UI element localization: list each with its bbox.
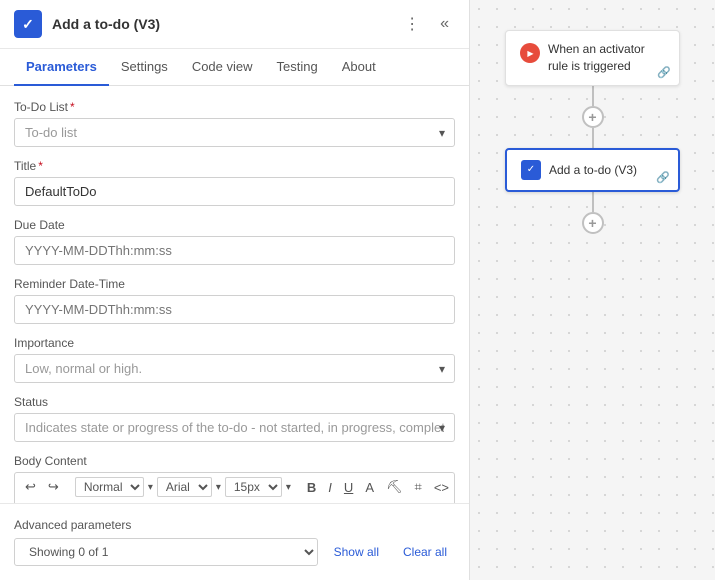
editor-toolbar: ↩ ↪ Normal ▾ Arial ▾ 15px ▾ B I U [14, 472, 455, 501]
font-chevron: ▾ [216, 482, 221, 493]
action-text: Add a to-do (V3) [549, 163, 637, 177]
connector-line-1 [592, 86, 594, 106]
panel-header: ✓ Add a to-do (V3) ⋮ « [0, 0, 469, 49]
add-step-button-1[interactable]: + [582, 106, 604, 128]
trigger-icon [520, 43, 540, 63]
code-button[interactable]: <> [430, 478, 453, 497]
status-label: Status [14, 395, 455, 409]
form-content: To-Do List * To-do list Title * Due Date [0, 86, 469, 503]
tabs-container: Parameters Settings Code view Testing Ab… [0, 49, 469, 86]
connector-line-2 [592, 128, 594, 148]
reminder-input[interactable] [14, 295, 455, 324]
header-right: ⋮ « [398, 12, 455, 36]
todo-list-label: To-Do List * [14, 100, 455, 114]
underline-button[interactable]: U [340, 478, 357, 497]
title-required-star: * [38, 159, 43, 173]
status-field: Status Indicates state or progress of th… [14, 395, 455, 442]
trigger-link-icon: 🔗 [657, 66, 671, 79]
advanced-section: Advanced parameters Showing 0 of 1 Show … [0, 503, 469, 580]
tab-parameters[interactable]: Parameters [14, 49, 109, 86]
font-color-button[interactable]: A [361, 478, 378, 497]
action-link-icon: 🔗 [656, 171, 670, 184]
bold-button[interactable]: B [303, 478, 320, 497]
workflow-canvas: When an activator rule is triggered 🔗 + … [470, 0, 715, 580]
due-date-field: Due Date [14, 218, 455, 265]
connector-line-3 [592, 192, 594, 212]
collapse-button[interactable]: « [434, 13, 455, 35]
required-star: * [70, 100, 75, 114]
left-panel: ✓ Add a to-do (V3) ⋮ « Parameters Settin… [0, 0, 470, 580]
undo-button[interactable]: ↩ [21, 477, 40, 497]
header-left: ✓ Add a to-do (V3) [14, 10, 160, 38]
importance-field: Importance Low, normal or high. [14, 336, 455, 383]
todo-list-field: To-Do List * To-do list [14, 100, 455, 147]
reminder-label: Reminder Date-Time [14, 277, 455, 291]
app-icon: ✓ [14, 10, 42, 38]
reminder-field: Reminder Date-Time [14, 277, 455, 324]
tab-settings[interactable]: Settings [109, 49, 180, 86]
tab-about[interactable]: About [330, 49, 388, 86]
importance-select-wrapper: Low, normal or high. [14, 354, 455, 383]
style-select[interactable]: Normal [75, 477, 144, 497]
importance-select[interactable]: Low, normal or high. [14, 354, 455, 383]
link-button[interactable]: ⌗ [411, 477, 426, 497]
font-select[interactable]: Arial [157, 477, 212, 497]
style-chevron: ▾ [148, 482, 153, 493]
todo-list-select-wrapper: To-do list [14, 118, 455, 147]
status-select[interactable]: Indicates state or progress of the to-do… [14, 413, 455, 442]
clear-all-button[interactable]: Clear all [395, 540, 455, 564]
italic-button[interactable]: I [324, 478, 336, 497]
right-panel: When an activator rule is triggered 🔗 + … [470, 0, 715, 580]
trigger-node[interactable]: When an activator rule is triggered 🔗 [505, 30, 680, 86]
action-icon: ✓ [521, 160, 541, 180]
importance-label: Importance [14, 336, 455, 350]
body-content-label: Body Content [14, 454, 455, 468]
action-node[interactable]: ✓ Add a to-do (V3) 🔗 [505, 148, 680, 192]
editor-area[interactable]: The content of the item. ▲ ▼ [14, 501, 455, 503]
advanced-select[interactable]: Showing 0 of 1 [14, 538, 318, 566]
connector-1: + [582, 86, 604, 148]
status-select-wrapper: Indicates state or progress of the to-do… [14, 413, 455, 442]
body-content-section: Body Content ↩ ↪ Normal ▾ Arial ▾ 15px ▾… [14, 454, 455, 503]
advanced-row: Showing 0 of 1 Show all Clear all [14, 538, 455, 566]
redo-button[interactable]: ↪ [44, 477, 63, 497]
show-all-button[interactable]: Show all [326, 540, 387, 564]
size-chevron: ▾ [286, 482, 291, 493]
due-date-label: Due Date [14, 218, 455, 232]
panel-title: Add a to-do (V3) [52, 16, 160, 32]
tab-testing[interactable]: Testing [265, 49, 330, 86]
advanced-label: Advanced parameters [14, 518, 455, 532]
connector-2: + [582, 192, 604, 234]
title-input[interactable] [14, 177, 455, 206]
more-options-button[interactable]: ⋮ [398, 12, 426, 36]
tab-codeview[interactable]: Code view [180, 49, 265, 86]
title-field: Title * [14, 159, 455, 206]
highlight-button[interactable]: ⛏ [382, 477, 407, 497]
due-date-input[interactable] [14, 236, 455, 265]
size-select[interactable]: 15px [225, 477, 282, 497]
todo-list-select[interactable]: To-do list [14, 118, 455, 147]
add-step-button-2[interactable]: + [582, 212, 604, 234]
title-label: Title * [14, 159, 455, 173]
trigger-text: When an activator rule is triggered [548, 41, 665, 75]
